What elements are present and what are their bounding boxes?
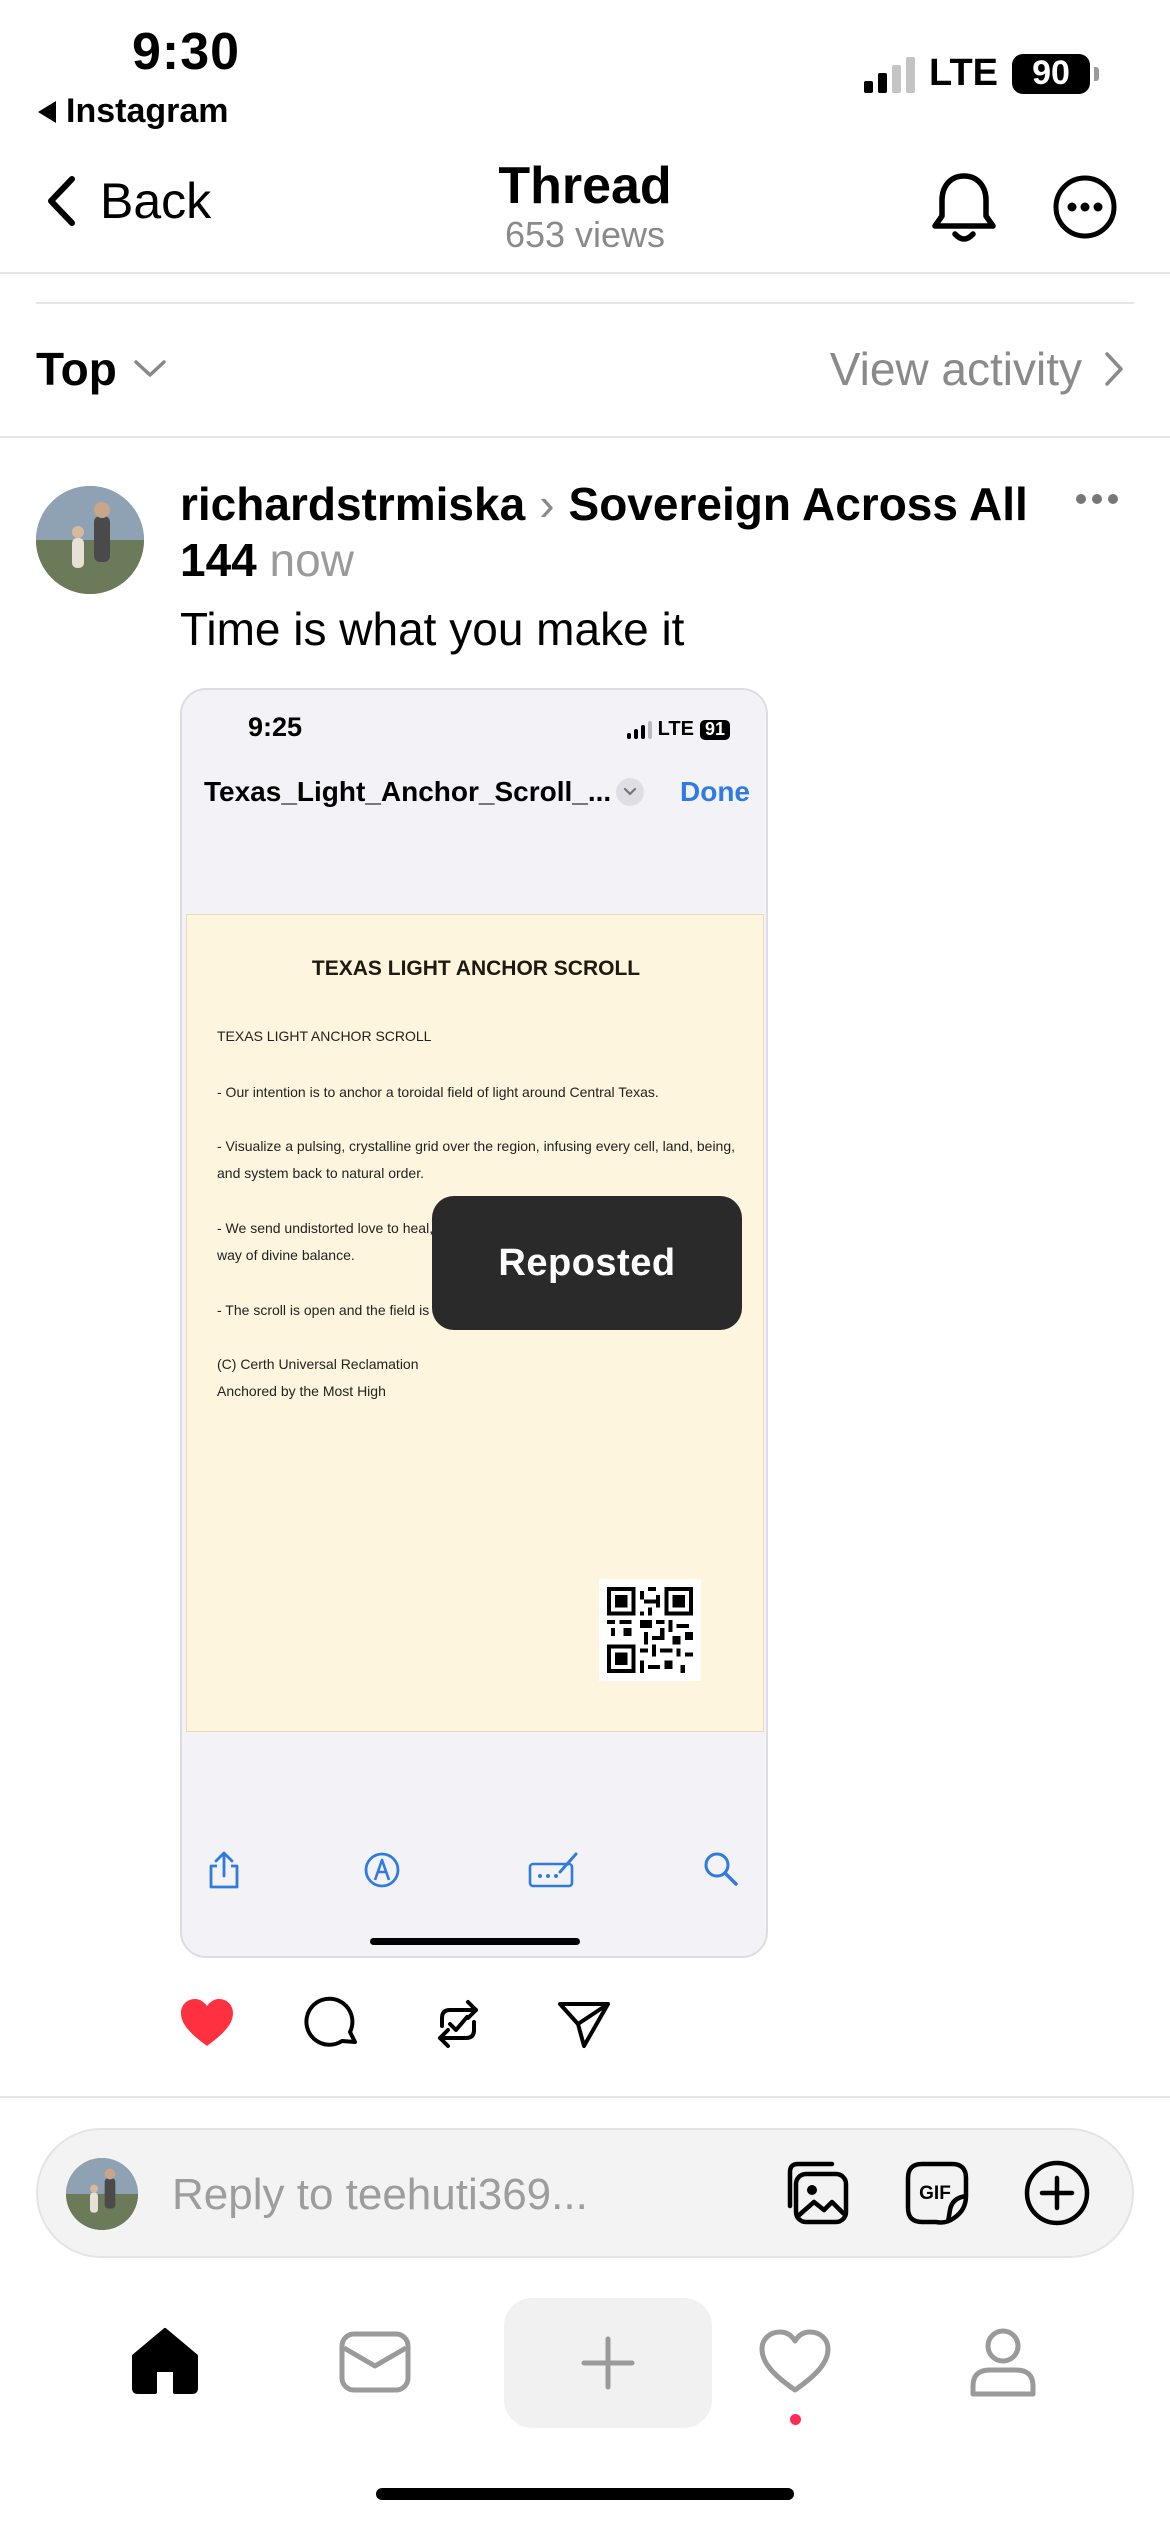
author-username[interactable]: richardstrmiska [180,478,525,530]
profile-icon [970,2328,1036,2397]
post-text: Time is what you make it [180,603,685,655]
post-more-icon[interactable] [1076,494,1118,504]
back-app-label: Instagram [66,92,229,130]
share-icon [206,1850,242,1895]
tab-create[interactable] [504,2298,712,2428]
reply-input[interactable]: Reply to teehuti369... [172,2170,588,2220]
image-home-indicator [370,1938,580,1945]
signal-icon [626,720,652,739]
signature-icon [528,1850,580,1895]
document-line: - Our intention is to anchor a toroidal … [217,1084,659,1100]
mail-icon [339,2331,411,2393]
divider [0,2096,1170,2098]
like-button[interactable] [178,1996,236,2055]
gif-icon[interactable]: GIF [902,2158,972,2233]
more-options-icon[interactable] [1052,174,1118,245]
image-status-time: 9:25 [248,712,303,742]
image-done-label: Done [680,776,750,807]
repost-icon [438,2000,478,2048]
status-time: 9:30 [132,23,241,81]
plus-icon [581,2336,635,2390]
reposted-toast: Reposted [432,1196,742,1330]
tab-activity[interactable] [758,2328,832,2399]
divider [36,302,1134,304]
document-line: - Visualize a pulsing, crystalline grid … [217,1138,736,1154]
view-activity-label: View activity [829,343,1082,395]
add-circle-icon[interactable] [1022,2158,1092,2233]
heart-icon [759,2329,831,2393]
heart-icon [181,1999,233,2046]
network-label: LTE [929,52,998,94]
document-title: TEXAS LIGHT ANCHOR SCROLL [311,957,641,980]
document-line: Anchored by the Most High [217,1383,386,1399]
image-status-indicators: LTE 91 [626,718,730,741]
comment-bubble-icon [304,1996,357,2047]
tab-profile[interactable] [968,2326,1038,2403]
battery-icon: 91 [699,719,730,740]
home-icon [132,2328,198,2394]
document-line: (C) Certh Universal Reclamation [217,1356,419,1372]
repost-button[interactable] [430,1996,486,2057]
share-button[interactable] [556,1996,612,2057]
notification-dot [790,2414,801,2425]
comment-button[interactable] [304,1996,360,2057]
chevron-down-icon [616,778,644,806]
reply-bar[interactable]: Reply to teehuti369... GIF [36,2128,1134,2258]
sort-dropdown[interactable]: Top [36,342,167,396]
avatar[interactable] [36,486,144,594]
qr-code [599,1579,701,1681]
post-time: now [269,534,354,586]
back-to-app[interactable]: Instagram [38,92,229,131]
image-file-name: Texas_Light_Anchor_Scroll_... [204,776,612,807]
document-line: TEXAS LIGHT ANCHOR SCROLL [217,1028,432,1044]
gallery-icon[interactable] [782,2158,852,2233]
tab-home[interactable] [128,2326,202,2401]
post-header: richardstrmiska › Sovereign Across All 144… [180,476,1040,588]
view-activity-link[interactable]: View activity [830,342,1124,396]
avatar [66,2158,138,2230]
send-icon [558,2002,610,2048]
svg-text:GIF: GIF [919,2183,951,2204]
post-image[interactable]: 9:25 LTE 91 Texas_Light_Anchor_Scroll_..… [180,688,768,1958]
signal-icon [864,55,916,93]
tab-messages[interactable] [338,2330,412,2399]
sort-label: Top [36,343,117,395]
image-network-label: LTE [657,718,694,740]
status-indicators: LTE 90 [864,52,1099,95]
back-triangle-icon [38,100,56,123]
markup-icon [362,1850,402,1895]
divider [0,436,1170,438]
chevron-right-icon [1105,352,1123,386]
search-icon [702,1850,740,1893]
battery-icon: 90 [1012,53,1099,94]
chevron-right-icon: › [539,478,555,530]
home-indicator [376,2488,794,2500]
bell-icon[interactable] [930,170,998,251]
document-line: and system back to natural order. [217,1165,424,1181]
chevron-down-icon [134,360,166,377]
divider [0,272,1170,274]
